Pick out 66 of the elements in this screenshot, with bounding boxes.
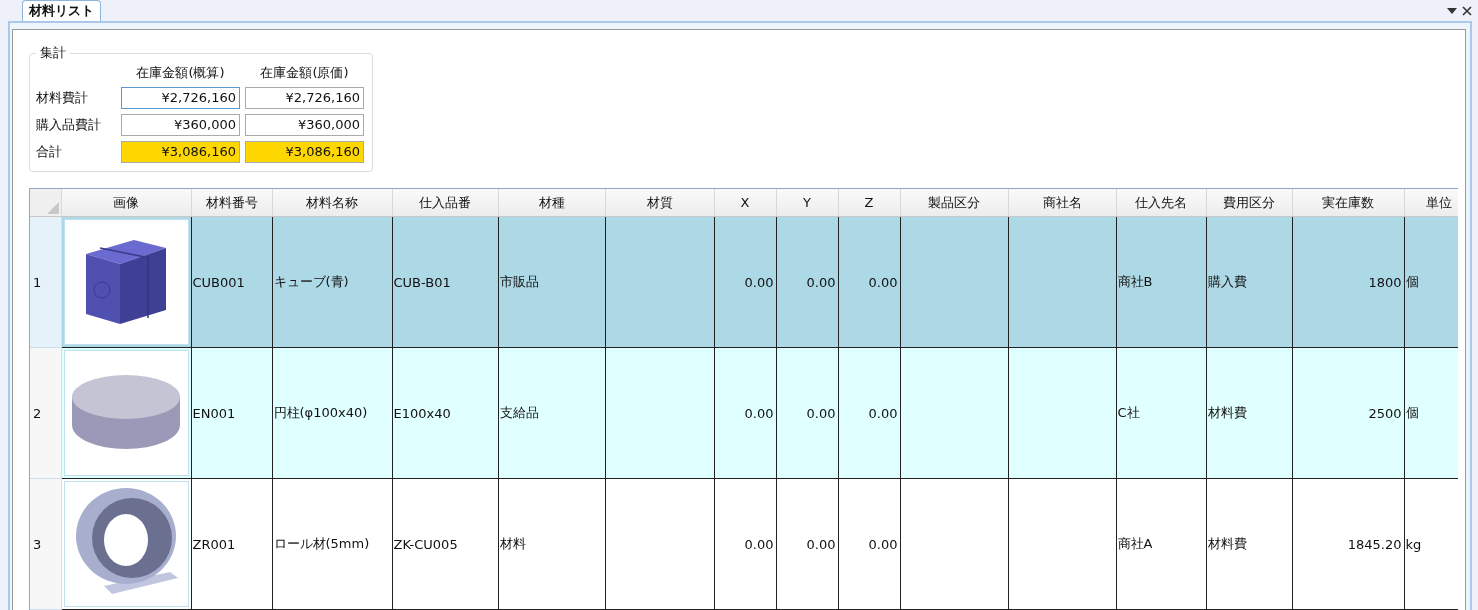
table-cell: 材料費 [1206,347,1292,479]
amount-field[interactable]: ¥360,000 [121,114,240,136]
amount-field[interactable]: ¥3,086,160 [121,141,240,163]
row-label: 購入品費計 [36,116,102,134]
column-header[interactable]: 材料番号 [191,189,272,217]
column-header[interactable]: 材質 [605,189,714,217]
table-cell: ZK-CU005 [392,478,498,610]
column-header[interactable]: 費用区分 [1206,189,1292,217]
column-header[interactable]: 材種 [498,189,605,217]
table-cell: 0.00 [714,216,776,348]
row-number[interactable]: 1 [30,216,61,348]
table-cell: 商社A [1116,478,1206,610]
document-tab[interactable]: 材料リスト [22,0,101,21]
amount-field[interactable]: ¥2,726,160 [245,87,364,109]
table-cell: 2500 [1292,347,1404,479]
row-label: 材料費計 [36,89,89,107]
table-cell: ZR001 [191,478,272,610]
group-title: 集計 [39,44,67,62]
table-cell: 個 [1404,347,1458,479]
table-cell: 材料費 [1206,478,1292,610]
column-header[interactable]: Y [776,189,838,217]
column-header[interactable]: X [714,189,776,217]
column-header[interactable]: 仕入先名 [1116,189,1206,217]
column-header[interactable]: Z [838,189,900,217]
table-cell: E100x40 [392,347,498,479]
column-header[interactable]: 製品区分 [900,189,1008,217]
table-cell: 市販品 [498,216,605,348]
table-cell: C社 [1116,347,1206,479]
table-cell: 支給品 [498,347,605,479]
column-header[interactable]: 商社名 [1008,189,1116,217]
table-cell: 1845.20 [1292,478,1404,610]
table-cell: 材料 [498,478,605,610]
dropdown-icon[interactable] [1447,7,1457,14]
table-cell: 0.00 [714,478,776,610]
table-cell: 購入費 [1206,216,1292,348]
table-cell: 商社B [1116,216,1206,348]
table-cell: CUB-B01 [392,216,498,348]
row-number[interactable]: 3 [30,478,61,610]
column-header[interactable]: 材料名称 [272,189,392,217]
amount-field[interactable]: ¥2,726,160 [121,87,240,109]
table-cell: 0.00 [714,347,776,479]
column-header[interactable]: 単位 [1404,189,1458,217]
close-icon[interactable] [1462,5,1472,16]
table-cell: 個 [1404,216,1458,348]
table-cell: 0.00 [776,347,838,479]
table-cell: EN001 [191,347,272,479]
table-cell: 0.00 [776,216,838,348]
table-cell: 0.00 [838,478,900,610]
column-label: 在庫金額(原価) [259,64,350,82]
column-header[interactable]: 実在庫数 [1292,189,1404,217]
table-cell: 0.00 [838,347,900,479]
amount-field[interactable]: ¥3,086,160 [245,141,364,163]
table-cell: CUB001 [191,216,272,348]
table-cell: 0.00 [776,478,838,610]
table-cell: 1800 [1292,216,1404,348]
column-label: 在庫金額(概算) [135,64,226,82]
row-number[interactable]: 2 [30,347,61,479]
table-cell: 0.00 [838,216,900,348]
table-cell: キューブ(青) [272,216,392,348]
column-header[interactable]: 仕入品番 [392,189,498,217]
amount-field[interactable]: ¥360,000 [245,114,364,136]
table-cell: 円柱(φ100x40) [272,347,392,479]
table-cell: ロール材(5mm) [272,478,392,610]
table-cell: kg [1404,478,1458,610]
column-header[interactable]: 画像 [61,189,191,217]
row-label: 合計 [36,143,63,161]
